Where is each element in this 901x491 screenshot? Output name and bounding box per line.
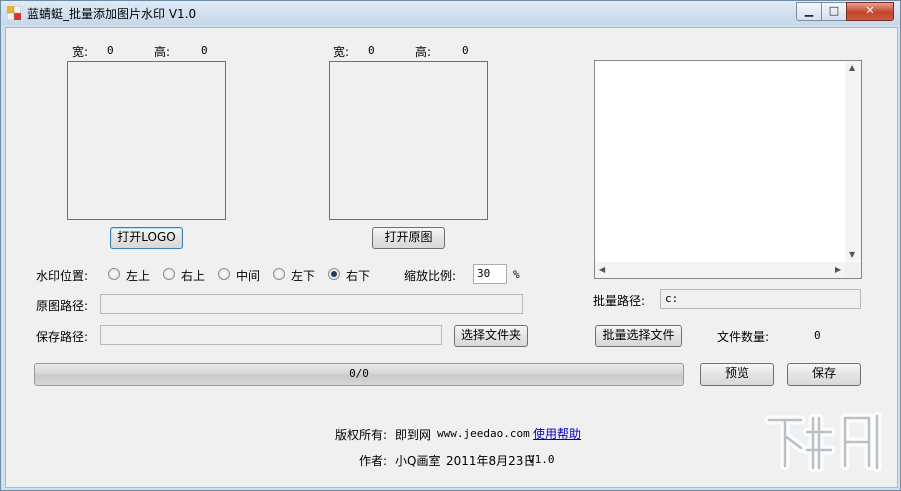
scroll-down-icon[interactable]: ▼ (849, 250, 855, 259)
save-path-label: 保存路径: (36, 330, 89, 344)
progress-text: 0/0 (349, 367, 369, 380)
close-button[interactable]: ✕ (846, 2, 894, 21)
author-label: 作者: (359, 454, 388, 468)
position-radio-center[interactable] (218, 268, 230, 280)
position-radio-bottom-left[interactable] (273, 268, 285, 280)
maximize-button[interactable]: □ (821, 2, 847, 21)
horizontal-scrollbar[interactable]: ◀ ▶ (595, 262, 845, 278)
help-link[interactable]: 使用帮助 (533, 425, 581, 442)
scroll-left-icon[interactable]: ◀ (599, 265, 605, 274)
original-width-label: 宽: (333, 45, 350, 59)
save-button[interactable]: 保存 (787, 363, 861, 386)
scale-label: 缩放比例: (404, 269, 457, 283)
version-text: V1.0 (528, 453, 555, 466)
scroll-up-icon[interactable]: ▲ (849, 63, 855, 72)
site-watermark-logo (764, 411, 882, 473)
scale-input[interactable]: 30 (473, 264, 507, 284)
window-title: 蓝蜻蜓_批量添加图片水印 V1.0 (27, 7, 197, 21)
scale-value: 30 (477, 267, 491, 280)
original-path-field[interactable] (100, 294, 523, 314)
progress-bar: 0/0 (34, 363, 684, 386)
file-count-value: 0 (814, 329, 821, 342)
release-date: 2011年8月23日 (446, 454, 536, 468)
original-path-label: 原图路径: (36, 299, 89, 313)
copyright-label: 版权所有: (335, 428, 388, 442)
logo-height-label: 高: (154, 45, 171, 59)
position-option-label: 右下 (346, 269, 371, 283)
original-preview-box (329, 61, 488, 220)
file-count-label: 文件数量: (717, 330, 770, 344)
scroll-right-icon[interactable]: ▶ (835, 265, 841, 274)
logo-width-label: 宽: (72, 45, 89, 59)
vertical-scrollbar[interactable]: ▲ ▼ (845, 61, 861, 261)
open-original-button[interactable]: 打开原图 (372, 227, 445, 249)
preview-button[interactable]: 预览 (700, 363, 774, 386)
minimize-button[interactable]: ▁ (796, 2, 822, 21)
site-name: 即到网 (395, 428, 432, 442)
batch-select-files-button[interactable]: 批量选择文件 (595, 325, 682, 347)
scale-unit: % (513, 268, 520, 281)
position-option-label: 左下 (291, 269, 316, 283)
watermark-position-label: 水印位置: (36, 269, 89, 283)
original-width-value: 0 (368, 44, 375, 57)
batch-file-list[interactable]: ▲ ▼ ◀ ▶ (594, 60, 862, 279)
position-option-label: 左上 (126, 269, 151, 283)
logo-preview-box (67, 61, 226, 220)
original-height-label: 高: (415, 45, 432, 59)
choose-folder-button[interactable]: 选择文件夹 (454, 325, 528, 347)
app-window: 蓝蜻蜓_批量添加图片水印 V1.0 ▁ □ ✕ 宽: 0 高: 0 打开LOGO… (0, 0, 901, 491)
site-url: www.jeedao.com (437, 427, 530, 440)
batch-path-label: 批量路径: (593, 294, 646, 308)
position-radio-top-left[interactable] (108, 268, 120, 280)
scrollbar-corner (845, 262, 861, 278)
batch-path-value: c: (665, 292, 679, 305)
title-bar[interactable]: 蓝蜻蜓_批量添加图片水印 V1.0 ▁ □ ✕ (1, 1, 900, 25)
position-option-label: 右上 (181, 269, 206, 283)
logo-height-value: 0 (201, 44, 208, 57)
app-icon (7, 6, 21, 20)
position-radio-top-right[interactable] (163, 268, 175, 280)
position-option-label: 中间 (236, 269, 261, 283)
save-path-field[interactable] (100, 325, 442, 345)
logo-width-value: 0 (107, 44, 114, 57)
author-name: 小Q画室 (395, 454, 441, 468)
batch-path-field[interactable]: c: (660, 289, 861, 309)
position-radio-bottom-right[interactable] (328, 268, 340, 280)
open-logo-button[interactable]: 打开LOGO (110, 227, 183, 249)
original-height-value: 0 (462, 44, 469, 57)
